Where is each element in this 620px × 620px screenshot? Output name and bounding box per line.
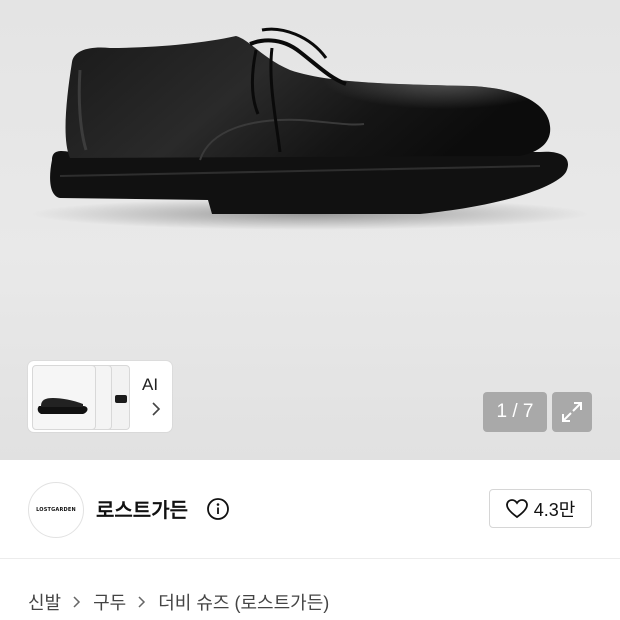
- breadcrumb-item-shoes[interactable]: 신발: [28, 589, 61, 615]
- expand-icon: [562, 402, 582, 422]
- like-count: 4.3만: [533, 499, 576, 520]
- ai-label: AI: [142, 375, 159, 394]
- expand-button[interactable]: [552, 392, 592, 432]
- brand-row: LOSTGARDEN 로스트가든 4.3만: [0, 460, 620, 559]
- image-counter: 1 / 7: [483, 392, 547, 432]
- thumbnail-shoe-image: [37, 398, 88, 414]
- brand-name[interactable]: 로스트가든: [96, 494, 188, 523]
- brand-logo-text: LOSTGARDEN: [36, 507, 76, 513]
- chevron-right-icon: [152, 402, 161, 416]
- chevron-right-icon: [138, 596, 146, 608]
- breadcrumb: 신발 구두 더비 슈즈 (로스트가든): [28, 589, 329, 615]
- breadcrumb-item-derby-shoes[interactable]: 더비 슈즈 (로스트가든): [158, 589, 329, 615]
- heart-icon: [505, 498, 528, 518]
- brand-logo[interactable]: LOSTGARDEN: [28, 482, 84, 538]
- ai-similar-products-card[interactable]: AI: [28, 361, 172, 432]
- info-icon[interactable]: [206, 497, 230, 521]
- like-button[interactable]: 4.3만: [489, 489, 592, 528]
- thumbnail-shoe-small-1: [115, 395, 127, 403]
- breadcrumb-item-dress-shoes[interactable]: 구두: [93, 589, 126, 615]
- thumbnail-stack: [32, 365, 130, 430]
- product-image-gallery[interactable]: AI 1 / 7: [0, 0, 620, 460]
- chevron-right-icon: [73, 596, 81, 608]
